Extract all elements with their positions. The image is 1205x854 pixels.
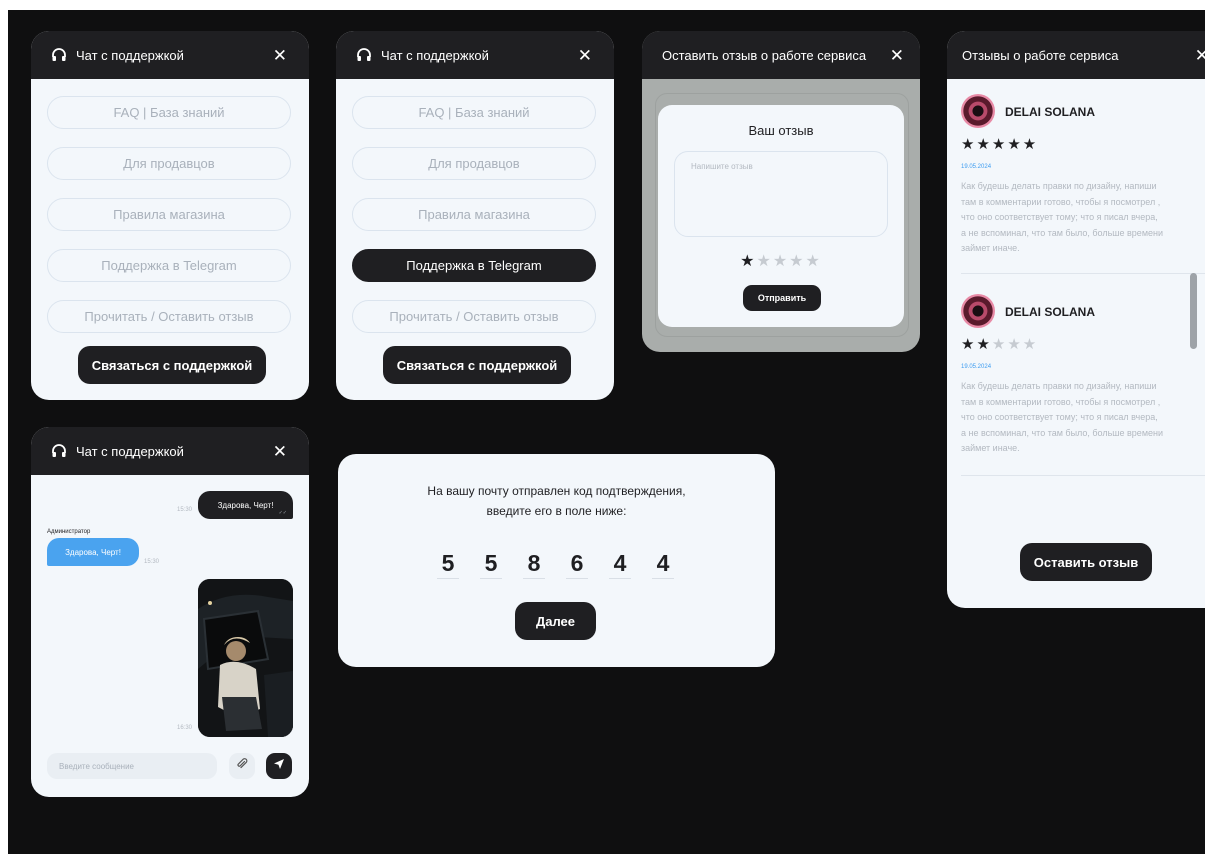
review-line: что оно соответствует тому; что я писал … [961, 412, 1158, 422]
rating-stars[interactable]: ★★★★★ [658, 251, 904, 271]
divider [961, 475, 1205, 476]
photo-message[interactable] [198, 579, 293, 737]
reviews-panel-header: Отзывы о работе сервиса ✕ [947, 31, 1205, 79]
reviews-panel: Отзывы о работе сервиса ✕ DELAI SOLANA ★… [947, 31, 1205, 608]
review-heading: Ваш отзыв [748, 123, 814, 138]
menu-item-sellers[interactable]: Для продавцов [47, 147, 291, 180]
chat-panel: Чат с поддержкой ✕ 15:30 Здарова, Черт! … [31, 427, 309, 797]
code-digit[interactable]: 6 [566, 550, 588, 579]
review-stars: ★★★★★ [961, 335, 1038, 353]
review-date: 19.05.2024 [961, 364, 992, 370]
review-line: там в комментарии готово, чтобы я посмот… [961, 396, 1161, 407]
menu-item-sellers[interactable]: Для продавцов [352, 147, 596, 180]
close-icon[interactable]: ✕ [1195, 47, 1205, 64]
review-line: Как будешь делать правки по дизайну, нап… [961, 381, 1157, 391]
contact-support-button[interactable]: Связаться с поддержкой [383, 346, 571, 384]
review-line: займет иначе. [961, 443, 1020, 453]
user-message-bubble: Здарова, Черт! ✓✓ [198, 491, 293, 519]
menu-item-reviews[interactable]: Прочитать / Оставить отзыв [352, 300, 596, 333]
message-time: 15:30 [144, 559, 160, 565]
close-icon[interactable]: ✕ [273, 443, 287, 460]
support-panel-2: Чат с поддержкой ✕ FAQ | База знаний Для… [336, 31, 614, 400]
attach-button[interactable] [229, 753, 255, 779]
code-digit[interactable]: 4 [652, 550, 674, 579]
menu-item-reviews[interactable]: Прочитать / Оставить отзыв [47, 300, 291, 333]
filled-star-icon[interactable]: ★ [740, 253, 756, 270]
review-placeholder: Напишите отзыв [691, 162, 753, 171]
scrollbar-thumb[interactable] [1190, 273, 1197, 349]
message-time: 15:30 [177, 507, 193, 513]
menu-item-faq[interactable]: FAQ | База знаний [352, 96, 596, 129]
filled-stars-icon: ★★ [961, 336, 992, 353]
avatar [961, 94, 995, 128]
review-text: Как будешь делать правки по дизайну, нап… [961, 379, 1205, 457]
panel-title: Чат с поддержкой [76, 47, 184, 63]
message-sender: Администратор [47, 529, 91, 535]
headphones-icon [51, 47, 67, 63]
message-input[interactable]: Введите сообщение [47, 753, 217, 779]
review-card: Ваш отзыв Напишите отзыв ★★★★★ Отправить [658, 105, 904, 327]
admin-message-bubble: Здарова, Черт! [47, 538, 139, 566]
send-icon [273, 757, 285, 775]
review-modal-header: Оставить отзыв о работе сервиса ✕ [642, 31, 920, 79]
next-button[interactable]: Далее [515, 602, 596, 640]
code-digit[interactable]: 8 [523, 550, 545, 579]
contact-support-button[interactable]: Связаться с поддержкой [78, 346, 266, 384]
support-panel-1-header: Чат с поддержкой ✕ [31, 31, 309, 79]
filled-stars-icon: ★★★★★ [961, 136, 1039, 153]
menu-item-telegram-active[interactable]: Поддержка в Telegram [352, 249, 596, 282]
headphones-icon [356, 47, 372, 63]
photo-image [198, 579, 293, 737]
panel-title: Чат с поддержкой [76, 443, 184, 459]
review-line: а не вспоминал, что там было, больше вре… [961, 427, 1164, 438]
submit-review-button[interactable]: Отправить [743, 285, 821, 311]
menu-item-telegram[interactable]: Поддержка в Telegram [47, 249, 291, 282]
review-stars: ★★★★★ [961, 135, 1038, 153]
divider [961, 273, 1205, 274]
message-time: 16:30 [177, 725, 193, 731]
panel-title: Оставить отзыв о работе сервиса [662, 47, 867, 63]
close-icon[interactable]: ✕ [578, 47, 592, 64]
leave-review-button[interactable]: Оставить отзыв [1020, 543, 1152, 581]
verify-message-line-2: введите его в поле ниже: [486, 504, 627, 518]
empty-star-icon[interactable]: ★★★★ [756, 253, 821, 270]
review-modal: Оставить отзыв о работе сервиса ✕ Ваш от… [642, 31, 920, 352]
read-check-icon: ✓✓ [278, 510, 287, 516]
review-line: что оно соответствует тому; что я писал … [961, 212, 1158, 222]
canvas: Чат с поддержкой ✕ FAQ | База знаний Для… [8, 10, 1205, 854]
review-text: Как будешь делать правки по дизайну, нап… [961, 179, 1205, 257]
headphones-icon [51, 443, 67, 459]
review-date: 19.05.2024 [961, 164, 992, 170]
panel-title: Отзывы о работе сервиса [962, 47, 1119, 63]
avatar [961, 294, 995, 328]
support-panel-1: Чат с поддержкой ✕ FAQ | База знаний Для… [31, 31, 309, 400]
review-line: займет иначе. [961, 243, 1020, 253]
review-line: Как будешь делать правки по дизайну, нап… [961, 181, 1157, 191]
support-panel-2-header: Чат с поддержкой ✕ [336, 31, 614, 79]
verify-message-line-1: На вашу почту отправлен код подтверждени… [427, 484, 686, 498]
send-button[interactable] [266, 753, 292, 779]
verify-dialog: На вашу почту отправлен код подтверждени… [338, 454, 775, 667]
menu-item-rules[interactable]: Правила магазина [47, 198, 291, 231]
code-digit[interactable]: 5 [480, 550, 502, 579]
panel-title: Чат с поддержкой [381, 47, 489, 63]
review-line: а не вспоминал, что там было, больше вре… [961, 227, 1164, 238]
review-author: DELAI SOLANA [1005, 105, 1095, 119]
message-text: Здарова, Черт! [217, 500, 274, 510]
close-icon[interactable]: ✕ [273, 47, 287, 64]
close-icon[interactable]: ✕ [890, 47, 904, 64]
code-digit[interactable]: 5 [437, 550, 459, 579]
paperclip-icon [236, 757, 248, 775]
message-input-placeholder: Введите сообщение [59, 761, 134, 771]
review-line: там в комментарии готово, чтобы я посмот… [961, 196, 1161, 207]
review-author: DELAI SOLANA [1005, 305, 1095, 319]
chat-panel-header: Чат с поддержкой ✕ [31, 427, 309, 475]
menu-item-faq[interactable]: FAQ | База знаний [47, 96, 291, 129]
empty-stars-icon: ★★★ [991, 336, 1039, 353]
code-digit[interactable]: 4 [609, 550, 631, 579]
message-text: Здарова, Черт! [65, 547, 121, 557]
menu-item-rules[interactable]: Правила магазина [352, 198, 596, 231]
review-textarea[interactable]: Напишите отзыв [674, 151, 888, 237]
